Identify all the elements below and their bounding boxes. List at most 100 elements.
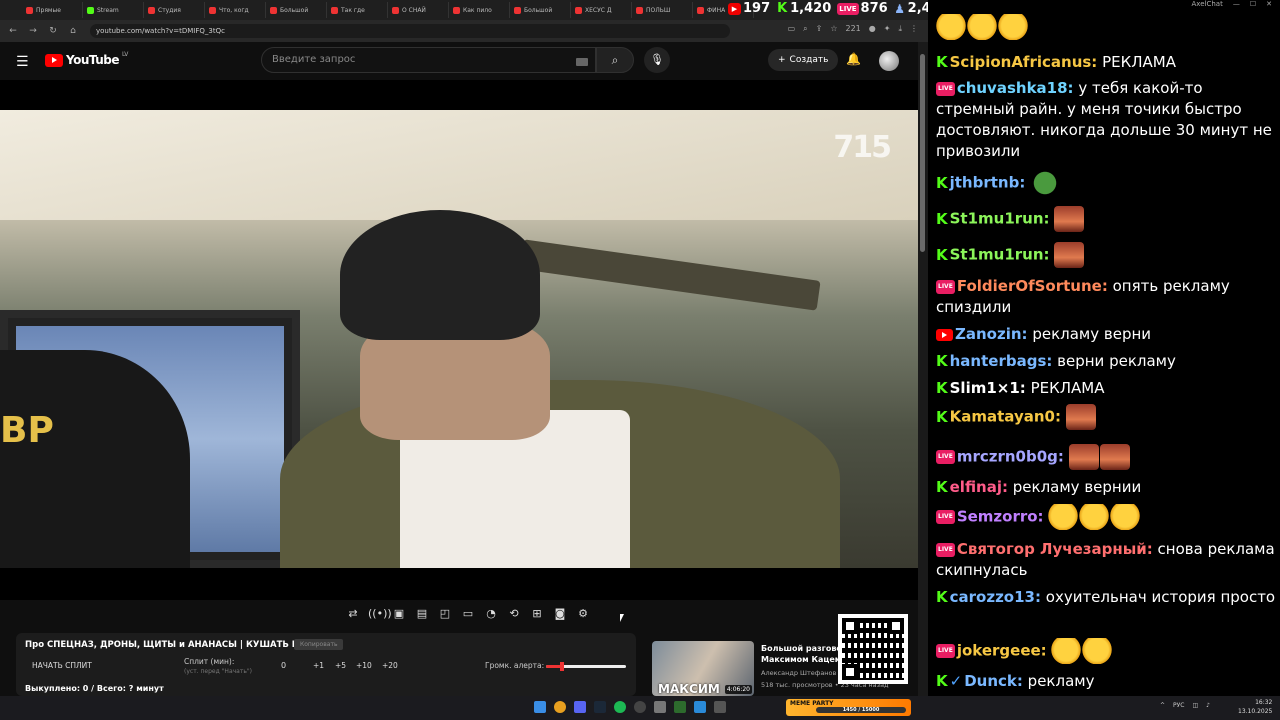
gear-icon[interactable]: ⚙ xyxy=(575,606,591,622)
browser-tab[interactable]: Большой xyxy=(510,2,571,18)
increment-1-button[interactable]: +1 xyxy=(313,661,324,670)
browser-tab[interactable]: Прямые xyxy=(22,2,83,18)
keyboard-icon[interactable] xyxy=(576,58,588,66)
loop-icon[interactable]: ⇄ xyxy=(345,606,361,622)
alert-volume-slider[interactable] xyxy=(546,662,626,671)
reload-icon[interactable]: ↻ xyxy=(48,26,58,36)
taskbar-clock[interactable]: 16:32 13.10.2025 xyxy=(1238,698,1272,716)
chrome-icon[interactable] xyxy=(554,701,566,713)
bookmark-star-icon[interactable]: ☆ xyxy=(830,24,837,34)
chevron-up-icon[interactable]: ^ xyxy=(1160,702,1165,709)
network-icon[interactable]: ◫ xyxy=(1193,702,1199,709)
close-icon[interactable]: ✕ xyxy=(1266,0,1272,14)
chat-username[interactable]: chuvashka18: xyxy=(957,79,1074,97)
extension-badge[interactable]: 221 xyxy=(845,24,860,34)
url-field[interactable]: youtube.com/watch?v=tDMIFQ_3tQc xyxy=(90,24,730,38)
browser-tab[interactable]: О СНАЙ xyxy=(388,2,449,18)
chat-username[interactable]: Dunck: xyxy=(964,672,1023,690)
telegram-icon[interactable] xyxy=(694,701,706,713)
theater-icon[interactable]: ▭ xyxy=(460,606,476,622)
minimize-icon[interactable]: — xyxy=(1233,0,1240,14)
download-icon[interactable]: ⤓ xyxy=(898,24,902,34)
screenshot-settings-icon[interactable]: ▣ xyxy=(391,606,407,622)
meme-party-widget[interactable]: MEME PARTY 1450 / 15000 xyxy=(786,699,911,716)
add-icon[interactable]: ⊞ xyxy=(529,606,545,622)
voice-search-button[interactable]: 🎙 xyxy=(644,47,670,73)
video-watermark: 715 xyxy=(833,130,892,165)
chat-username[interactable]: jthbrtnb: xyxy=(950,174,1026,192)
chat-username[interactable]: mrczrn0b0g: xyxy=(957,448,1064,466)
camera-icon[interactable]: ◙ xyxy=(552,606,568,622)
chat-username[interactable]: hanterbags: xyxy=(950,352,1053,370)
steam-icon[interactable] xyxy=(594,701,606,713)
home-icon[interactable]: ⌂ xyxy=(68,26,78,36)
search-button[interactable]: ⌕ xyxy=(596,47,634,73)
chat-username[interactable]: Kamatayan0: xyxy=(950,408,1061,426)
app-icon[interactable] xyxy=(674,701,686,713)
video-player[interactable]: BP 715 xyxy=(0,80,918,600)
alert-volume-knob[interactable] xyxy=(560,662,564,671)
browser-tab[interactable]: ХЕСУС Д xyxy=(571,2,632,18)
increment-10-button[interactable]: +10 xyxy=(356,661,372,670)
windows-start-icon[interactable] xyxy=(534,701,546,713)
zoom-icon[interactable]: ⌕ xyxy=(803,24,807,34)
forward-icon[interactable]: → xyxy=(28,26,38,36)
recommended-title[interactable]: Большой разговор Максимом Кацем xyxy=(761,643,841,665)
create-button[interactable]: + Создать xyxy=(768,49,839,71)
cast-icon[interactable]: ▭ xyxy=(788,24,796,34)
obs-icon[interactable] xyxy=(634,701,646,713)
browser-tab[interactable]: Студия xyxy=(144,2,205,18)
browser-tab[interactable]: Stream xyxy=(83,2,144,18)
chat-username[interactable]: carozzo13: xyxy=(950,588,1041,606)
increment-20-button[interactable]: +20 xyxy=(382,661,398,670)
chat-username[interactable]: St1mu1run: xyxy=(950,246,1050,264)
chat-username[interactable]: elfinaj: xyxy=(950,478,1008,496)
chat-username[interactable]: FoldierOfSortune: xyxy=(957,277,1108,295)
chat-username[interactable]: Zanozin: xyxy=(955,325,1028,343)
notifications-bell-icon[interactable]: 🔔 xyxy=(846,52,861,66)
page-scrollbar[interactable] xyxy=(918,42,928,696)
search-input[interactable]: Введите запрос xyxy=(261,47,596,73)
maximize-icon[interactable]: ☐ xyxy=(1250,0,1256,14)
chat-username[interactable]: jokergeee: xyxy=(957,642,1047,660)
rewind-icon[interactable]: ⟲ xyxy=(506,606,522,622)
picture-in-picture-icon[interactable]: ◰ xyxy=(437,606,453,622)
share-icon[interactable]: ⇪ xyxy=(816,24,823,34)
browser-tab[interactable]: Как пило xyxy=(449,2,510,18)
language-indicator[interactable]: РУС xyxy=(1173,702,1184,709)
chat-username[interactable]: Semzorro: xyxy=(957,508,1044,526)
profile-dot-icon[interactable]: ● xyxy=(869,24,876,34)
browser-tab[interactable]: Так где xyxy=(327,2,388,18)
recommended-thumbnail[interactable]: МАКСИМ 4:06:20 xyxy=(652,641,754,696)
extensions-puzzle-icon[interactable]: ✦ xyxy=(884,24,891,34)
broadcast-icon[interactable]: ((•)) xyxy=(368,606,392,622)
split-minutes-value[interactable]: 0 xyxy=(281,661,286,670)
menu-dots-icon[interactable]: ⋮ xyxy=(910,24,918,34)
avatar[interactable] xyxy=(879,51,899,71)
browser-tab[interactable]: ПОЛЬШ xyxy=(632,2,693,18)
screen: Прямые Stream Студия Что, когд Большой Так гд… xyxy=(0,0,1280,720)
volume-icon[interactable]: ♪ xyxy=(1206,702,1210,709)
start-split-button[interactable]: НАЧАТЬ СПЛИТ xyxy=(32,661,92,670)
chat-username[interactable]: St1mu1run: xyxy=(950,210,1050,228)
back-icon[interactable]: ← xyxy=(8,26,18,36)
browser-tab-label: ФИНА xyxy=(707,6,726,14)
browser-tab[interactable]: Что, когд xyxy=(205,2,266,18)
browser-tab[interactable]: Большой xyxy=(266,2,327,18)
chat-message: Kjthbrtnb: xyxy=(936,170,1276,196)
recommended-channel[interactable]: Александр Штефанов xyxy=(761,669,836,677)
chat-username[interactable]: Slim1×1: xyxy=(950,379,1026,397)
chat-username[interactable]: ScipionAfricanus: xyxy=(950,53,1098,71)
speed-icon[interactable]: ◔ xyxy=(483,606,499,622)
clapper-icon[interactable]: ▤ xyxy=(414,606,430,622)
increment-5-button[interactable]: +5 xyxy=(335,661,346,670)
chat-username[interactable]: Святогор Лучезарный: xyxy=(957,540,1153,558)
spotify-icon[interactable] xyxy=(614,701,626,713)
app-icon[interactable] xyxy=(654,701,666,713)
hamburger-menu-icon[interactable]: ☰ xyxy=(16,54,29,70)
scrollbar-thumb[interactable] xyxy=(920,54,925,252)
discord-icon[interactable] xyxy=(574,701,586,713)
copy-button[interactable]: Копировать xyxy=(294,639,344,650)
youtube-logo[interactable]: YouTube LV xyxy=(45,51,128,67)
app-icon[interactable] xyxy=(714,701,726,713)
